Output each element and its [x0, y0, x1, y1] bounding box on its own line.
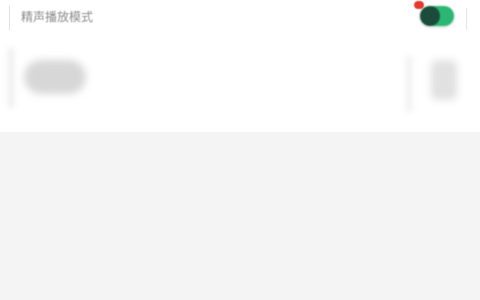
toggle-knob[interactable] — [420, 6, 440, 26]
mode-label: 精声播放模式 — [21, 10, 94, 24]
empty-area — [0, 132, 480, 300]
blurred-settings-icon[interactable] — [431, 60, 457, 100]
mode-toggle[interactable] — [420, 6, 454, 26]
blurred-avatar-icon[interactable] — [24, 60, 86, 94]
content-row — [0, 38, 480, 132]
settings-row: 精声播放模式 — [0, 0, 480, 38]
left-edge — [8, 48, 14, 108]
right-divider — [466, 8, 467, 30]
left-divider — [9, 6, 10, 30]
right-edge — [406, 56, 412, 112]
